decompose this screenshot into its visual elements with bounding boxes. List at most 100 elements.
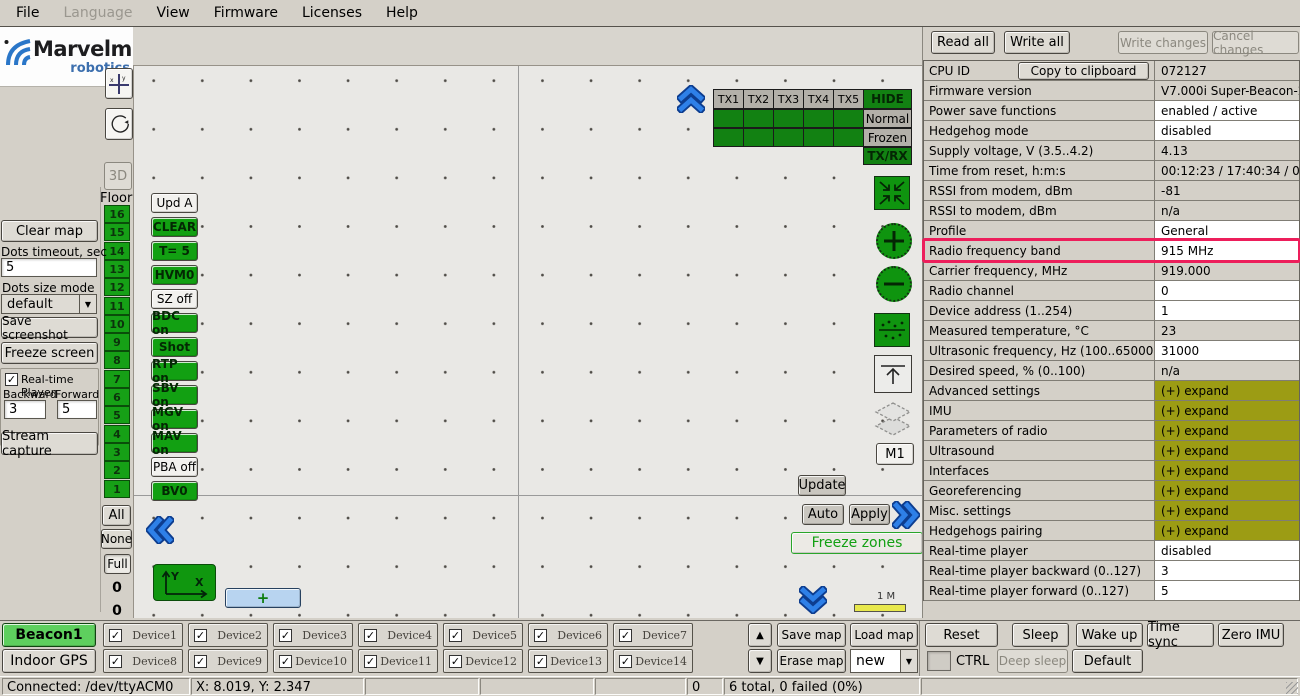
setting-value[interactable]: disabled bbox=[1155, 121, 1299, 140]
floor-button-12[interactable]: 12 bbox=[104, 278, 130, 296]
device-checkbox[interactable]: ✓ bbox=[449, 655, 462, 668]
zoom-out-button[interactable] bbox=[876, 266, 912, 302]
backward-input[interactable]: 3 bbox=[4, 400, 46, 419]
erase-map-button[interactable]: Erase map bbox=[777, 649, 846, 673]
tx-cell-tx5-normal[interactable] bbox=[833, 109, 864, 128]
device-checkbox[interactable]: ✓ bbox=[364, 629, 377, 642]
sleep-button[interactable]: Sleep bbox=[1012, 623, 1069, 647]
map-button-rtp-on[interactable]: RTP on bbox=[151, 361, 198, 381]
write-all-button[interactable]: Write all bbox=[1004, 31, 1070, 54]
device-toggle-device9[interactable]: ✓Device9 bbox=[188, 649, 268, 673]
map-button-upd-a[interactable]: Upd A bbox=[151, 193, 198, 213]
floor-button-1[interactable]: 1 bbox=[104, 480, 130, 498]
ctrl-checkbox[interactable] bbox=[927, 651, 951, 671]
deep-sleep-button[interactable]: Deep sleep bbox=[997, 649, 1068, 673]
device-toggle-device2[interactable]: ✓Device2 bbox=[188, 623, 268, 647]
map-button-clear[interactable]: CLEAR bbox=[151, 217, 198, 237]
tx-hide-button[interactable]: HIDE bbox=[863, 89, 912, 109]
wake-up-button[interactable]: Wake up bbox=[1076, 623, 1143, 647]
save-map-button[interactable]: Save map bbox=[777, 623, 846, 647]
device-toggle-device3[interactable]: ✓Device3 bbox=[273, 623, 353, 647]
setting-value[interactable]: (+) expand bbox=[1155, 441, 1299, 460]
floor-button-10[interactable]: 10 bbox=[104, 315, 130, 333]
menu-firmware[interactable]: Firmware bbox=[204, 2, 288, 24]
floor-button-2[interactable]: 2 bbox=[104, 461, 130, 479]
device-toggle-device8[interactable]: ✓Device8 bbox=[103, 649, 183, 673]
map-button-bv0[interactable]: BV0 bbox=[151, 481, 198, 501]
menu-view[interactable]: View bbox=[147, 2, 200, 24]
device-toggle-device1[interactable]: ✓Device1 bbox=[103, 623, 183, 647]
expand-right-icon[interactable] bbox=[892, 501, 920, 529]
auto-button[interactable]: Auto bbox=[802, 504, 844, 525]
setting-value[interactable]: General bbox=[1155, 221, 1299, 240]
axes-origin-button[interactable]: xy bbox=[105, 68, 133, 99]
tx-label-frozen[interactable]: Frozen bbox=[863, 128, 912, 147]
apply-button[interactable]: Apply bbox=[849, 504, 890, 525]
setting-value[interactable]: 31000 bbox=[1155, 341, 1299, 360]
fit-to-content-button[interactable] bbox=[874, 176, 910, 210]
device-toggle-device4[interactable]: ✓Device4 bbox=[358, 623, 438, 647]
dots-size-select[interactable]: default ▼ bbox=[1, 294, 97, 314]
load-map-button[interactable]: Load map bbox=[850, 623, 918, 647]
floors-full-button[interactable]: Full bbox=[104, 554, 131, 574]
map-canvas[interactable]: Upd ACLEART= 5HVM0SZ offBDC onShotRTP on… bbox=[133, 65, 922, 618]
chevron-down-icon[interactable]: ▼ bbox=[79, 295, 96, 313]
floor-button-8[interactable]: 8 bbox=[104, 351, 130, 369]
realtime-player-checkbox[interactable]: ✓ bbox=[5, 373, 18, 386]
floor-button-16[interactable]: 16 bbox=[104, 205, 130, 223]
copy-to-clipboard-button[interactable]: Copy to clipboard bbox=[1018, 62, 1149, 80]
menu-language[interactable]: Language bbox=[53, 2, 142, 24]
device-checkbox[interactable]: ✓ bbox=[194, 655, 207, 668]
tx-label-normal[interactable]: Normal bbox=[863, 109, 912, 128]
tx-cell-tx4-normal[interactable] bbox=[803, 109, 834, 128]
update-button[interactable]: Update bbox=[798, 475, 846, 496]
device-checkbox[interactable]: ✓ bbox=[364, 655, 377, 668]
reset-button[interactable]: Reset bbox=[925, 623, 998, 647]
floor-button-9[interactable]: 9 bbox=[104, 333, 130, 351]
floor-button-13[interactable]: 13 bbox=[104, 260, 130, 278]
indoor-gps-tab[interactable]: Indoor GPS bbox=[2, 649, 96, 673]
tx-cell-tx2-frozen[interactable] bbox=[743, 128, 774, 147]
setting-value[interactable]: disabled bbox=[1155, 541, 1299, 560]
device-checkbox[interactable]: ✓ bbox=[534, 655, 547, 668]
setting-value[interactable]: (+) expand bbox=[1155, 461, 1299, 480]
tx-txrx-button[interactable]: TX/RX bbox=[863, 147, 912, 165]
collapse-left-icon[interactable] bbox=[146, 516, 174, 544]
write-changes-button[interactable]: Write changes bbox=[1118, 31, 1208, 54]
device-checkbox[interactable]: ✓ bbox=[194, 629, 207, 642]
device-toggle-device7[interactable]: ✓Device7 bbox=[613, 623, 693, 647]
setting-value[interactable]: 3 bbox=[1155, 561, 1299, 580]
map-button-pba-off[interactable]: PBA off bbox=[151, 457, 198, 477]
device-checkbox[interactable]: ✓ bbox=[534, 629, 547, 642]
zero-imu-button[interactable]: Zero IMU bbox=[1218, 623, 1284, 647]
clear-map-button[interactable]: Clear map bbox=[1, 220, 98, 242]
setting-value[interactable]: 1 bbox=[1155, 301, 1299, 320]
device-checkbox[interactable]: ✓ bbox=[619, 655, 632, 668]
m1-button[interactable]: M1 bbox=[876, 443, 914, 465]
device-checkbox[interactable]: ✓ bbox=[449, 629, 462, 642]
floor-button-14[interactable]: 14 bbox=[104, 242, 130, 260]
floor-button-4[interactable]: 4 bbox=[104, 425, 130, 443]
chevron-down-icon[interactable]: ▼ bbox=[900, 650, 917, 672]
tx-cell-tx3-normal[interactable] bbox=[773, 109, 804, 128]
map-button-sbv-on[interactable]: SBV on bbox=[151, 385, 198, 405]
devices-scroll-up-button[interactable]: ▲ bbox=[748, 623, 772, 647]
devices-scroll-down-button[interactable]: ▼ bbox=[748, 649, 772, 673]
zoom-in-button[interactable] bbox=[876, 223, 912, 259]
freeze-zones-button[interactable]: Freeze zones bbox=[791, 532, 922, 554]
rotate-view-button[interactable] bbox=[105, 108, 133, 140]
setting-value[interactable]: (+) expand bbox=[1155, 521, 1299, 540]
floor-button-7[interactable]: 7 bbox=[104, 370, 130, 388]
map-select[interactable]: new ▼ bbox=[850, 649, 918, 673]
device-toggle-device10[interactable]: ✓Device10 bbox=[273, 649, 353, 673]
cancel-changes-button[interactable]: Cancel changes bbox=[1212, 31, 1299, 54]
floors-none-button[interactable]: None bbox=[101, 529, 132, 549]
floor-button-11[interactable]: 11 bbox=[104, 297, 130, 315]
device-checkbox[interactable]: ✓ bbox=[619, 629, 632, 642]
dots-timeout-input[interactable]: 5 bbox=[1, 258, 97, 277]
setting-value[interactable]: (+) expand bbox=[1155, 481, 1299, 500]
tx-cell-tx4-frozen[interactable] bbox=[803, 128, 834, 147]
floors-all-button[interactable]: All bbox=[102, 505, 131, 526]
device-toggle-device13[interactable]: ✓Device13 bbox=[528, 649, 608, 673]
map-button-mgv-on[interactable]: MGV on bbox=[151, 409, 198, 429]
